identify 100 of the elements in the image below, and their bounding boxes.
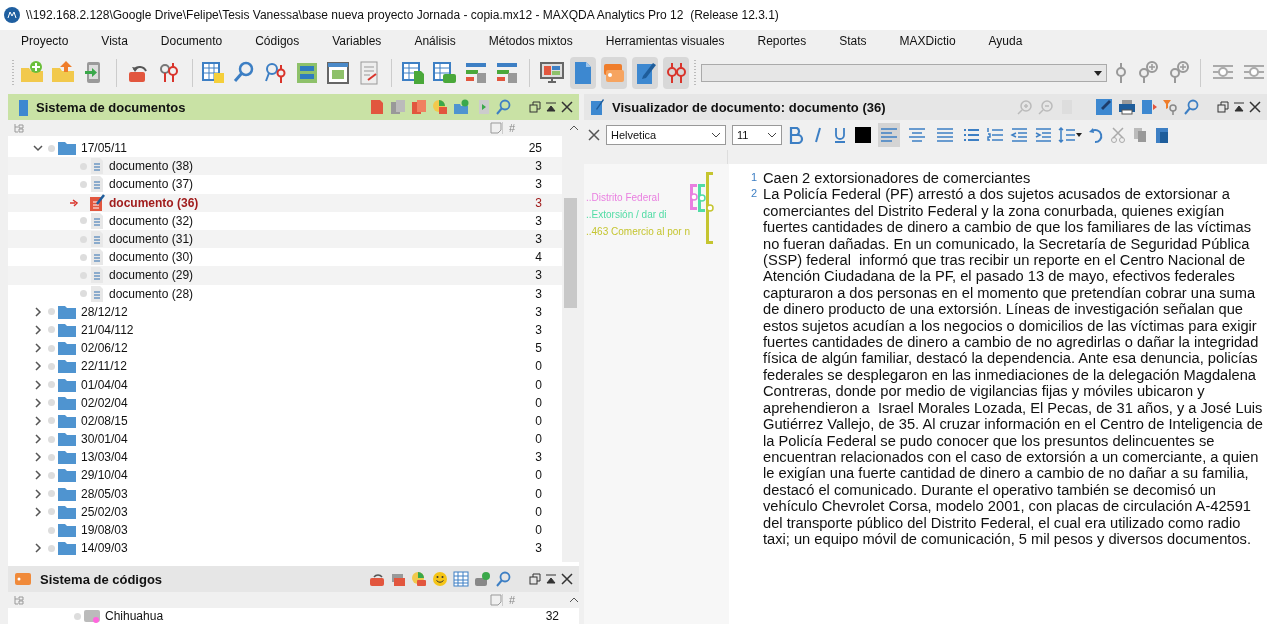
menu-item[interactable]: Métodos mixtos [488,34,573,48]
search-icon[interactable] [495,99,511,115]
font-select[interactable]: Helvetica [606,125,726,145]
indent-icon[interactable] [1034,126,1052,144]
pin-button[interactable] [662,57,689,89]
undo-icon[interactable] [1088,126,1104,144]
menu-item[interactable]: Ayuda [988,34,1023,48]
document-row[interactable]: documento (36) 3 [8,193,562,212]
maximize-icon[interactable] [545,573,557,585]
code-bracket[interactable] [696,184,708,212]
filter-pin-icon[interactable] [1162,99,1178,115]
folder-row[interactable]: 28/12/12 3 [8,302,562,321]
folder-row[interactable]: 29/10/04 0 [8,466,562,485]
menu-item[interactable]: Herramientas visuales [605,34,725,48]
document-button[interactable] [569,57,596,89]
printer-icon[interactable] [1118,99,1136,115]
cut-icon[interactable] [1110,126,1126,144]
line-spacing-icon[interactable] [1058,126,1082,144]
document-icon [89,266,105,285]
document-row[interactable]: documento (28) 3 [8,284,562,303]
folder-row[interactable]: 02/06/12 5 [8,339,562,358]
pie-document-icon[interactable] [432,99,448,115]
search-icon[interactable] [1183,99,1199,115]
copy-icon[interactable] [1132,126,1148,144]
restore-icon[interactable] [529,101,541,113]
pen-document-button[interactable] [631,57,658,89]
document-row[interactable]: documento (38) 3 [8,157,562,176]
count: 25 [527,141,542,156]
close-icon[interactable] [1249,101,1261,113]
folder-row[interactable]: 13/03/04 3 [8,448,562,467]
folder-row[interactable]: 02/02/04 0 [8,393,562,412]
numbered-list-icon[interactable] [986,126,1004,144]
maximize-icon[interactable] [1233,101,1245,113]
document-icon [89,230,105,249]
count: 3 [534,232,542,247]
menu-item[interactable]: Documento [160,34,223,48]
folder-icon [57,376,77,393]
menu-item[interactable]: Códigos [255,34,300,48]
document-row[interactable]: documento (37) 3 [8,175,562,194]
menu-item[interactable]: Vista [101,34,128,48]
chevron-down-icon [767,132,777,138]
search-icon[interactable] [495,571,511,587]
edit-icon[interactable] [1095,98,1113,116]
folder-row[interactable]: 25/02/03 0 [8,502,562,521]
document-icon [89,248,105,267]
menu-item[interactable]: Stats [839,34,867,48]
folder-row[interactable]: 17/05/11 25 [8,139,562,158]
folder-row[interactable]: 21/04/112 3 [8,320,562,340]
menu-item[interactable]: Proyecto [21,34,69,48]
tag-plus-icon[interactable] [474,571,490,587]
document-row[interactable]: documento (30) 4 [8,248,562,267]
document-row[interactable]: documento (31) 3 [8,229,562,249]
maximize-icon[interactable] [545,101,557,113]
pie-tag-icon[interactable] [411,571,427,587]
folder-plus-icon[interactable] [453,99,469,115]
menu-item[interactable]: Variables [332,34,382,48]
documents-icon[interactable] [390,99,406,115]
restore-icon[interactable] [529,573,541,585]
document-row[interactable]: documento (32) 3 [8,211,562,230]
code-bracket[interactable] [688,184,700,210]
count: 0 [534,395,542,410]
folder-row[interactable]: 14/09/03 3 [8,539,562,558]
close-icon[interactable] [561,573,573,585]
folder-row[interactable]: 28/05/03 0 [8,484,562,503]
folder-row[interactable]: 22/11/12 0 [8,357,562,376]
close-icon[interactable] [588,129,600,141]
bullet-list-icon[interactable] [962,126,980,144]
document-activate-icon[interactable] [369,99,385,115]
count: 0 [534,413,542,428]
paste-icon[interactable] [1154,126,1170,144]
dropdown[interactable] [700,64,1107,82]
outdent-icon[interactable] [1010,126,1028,144]
export-icon[interactable] [1141,99,1157,115]
panel-title: Visualizador de documento: documento (36) [612,99,887,115]
chevron-down-icon [711,132,721,138]
folder-row[interactable]: 19/08/03 0 [8,520,562,540]
smiley-icon[interactable] [432,571,448,587]
folder-row[interactable]: 01/04/04 0 [8,375,562,394]
text-color-icon[interactable] [854,126,872,144]
document-row[interactable]: documento (29) 3 [8,266,562,285]
folder-label: 25/02/03 [80,504,129,519]
menu-item[interactable]: MAXDictio [899,34,956,48]
align-left-button[interactable] [878,123,900,147]
restore-icon[interactable] [1217,101,1229,113]
scroll-up-icon[interactable] [569,123,579,133]
document-label: documento (28) [108,286,195,301]
documents-icon[interactable] [411,99,427,115]
bold-icon[interactable] [788,126,804,144]
underline-icon[interactable] [832,126,848,144]
table-icon[interactable] [453,571,469,587]
close-icon[interactable] [561,101,573,113]
folder-row[interactable]: 30/01/04 0 [8,430,562,449]
folder-row[interactable]: 02/08/15 0 [8,411,562,430]
status-dot [48,526,55,534]
menu-item[interactable]: Reportes [757,34,807,48]
size-select[interactable]: 11 [732,125,782,145]
menu-item[interactable]: Análisis [414,34,456,48]
scroll-up-icon[interactable] [569,595,579,605]
tag-undo-icon[interactable] [369,571,385,587]
tags-icon[interactable] [390,571,406,587]
